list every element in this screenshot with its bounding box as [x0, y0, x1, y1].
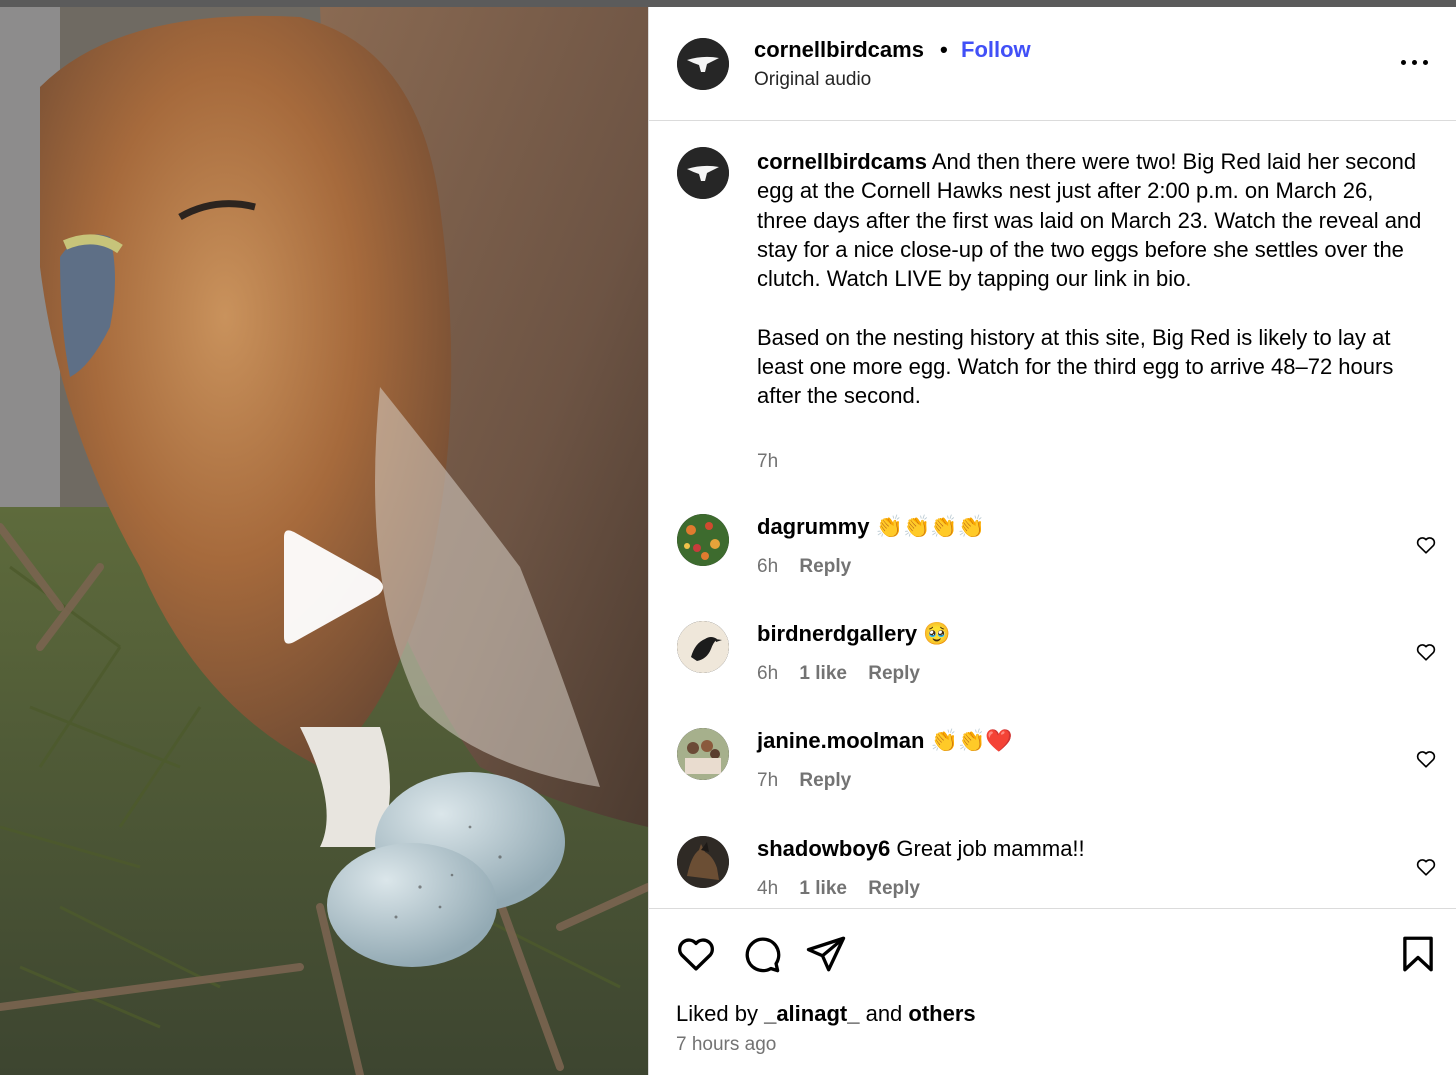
caption-username[interactable]: cornellbirdcams [757, 149, 927, 174]
post-timestamp[interactable]: 7 hours ago [676, 1034, 776, 1056]
heart-icon[interactable] [1415, 856, 1437, 878]
comment-username[interactable]: birdnerdgallery [757, 621, 917, 646]
share-icon[interactable] [805, 933, 847, 975]
separator-dot: • [940, 37, 948, 62]
avatar[interactable] [677, 836, 729, 888]
comment-time[interactable]: 6h [757, 663, 778, 684]
post-caption: cornellbirdcams And then there were two!… [757, 147, 1427, 411]
comment-item: birdnerdgallery 🥹 6h 1 like Reply [649, 621, 1456, 711]
reply-button[interactable]: Reply [868, 663, 920, 684]
comment-text: 👏👏❤️ [930, 728, 1013, 753]
heart-icon[interactable] [1415, 748, 1437, 770]
heart-icon[interactable] [1415, 534, 1437, 556]
avatar[interactable] [677, 514, 729, 566]
liked-by-username[interactable]: _alinagt_ [764, 1001, 859, 1026]
avatar[interactable] [677, 621, 729, 673]
liked-by-text: Liked by _alinagt_ and others [676, 1001, 976, 1027]
likes-count[interactable]: 1 like [799, 663, 847, 684]
follow-button[interactable]: Follow [961, 37, 1031, 63]
window-top-bar [0, 0, 1456, 7]
comment-time[interactable]: 6h [757, 556, 778, 577]
reply-button[interactable]: Reply [799, 770, 851, 791]
comment-username[interactable]: janine.moolman [757, 728, 924, 753]
comment-username[interactable]: dagrummy [757, 514, 869, 539]
post-header: cornellbirdcams • Follow Original audio [649, 7, 1456, 121]
comment-text: 🥹 [923, 621, 951, 646]
comment-text: 👏👏👏👏 [875, 514, 986, 539]
likes-count[interactable]: 1 like [799, 878, 847, 899]
comment-icon[interactable] [740, 933, 782, 975]
comment-time[interactable]: 4h [757, 878, 778, 899]
reply-button[interactable]: Reply [799, 556, 851, 577]
more-options-icon[interactable] [1397, 47, 1433, 77]
comment-text: Great job mamma!! [896, 836, 1085, 861]
liked-by-others[interactable]: others [908, 1001, 975, 1026]
caption-timestamp[interactable]: 7h [757, 451, 778, 473]
audio-label[interactable]: Original audio [754, 69, 871, 91]
caption-avatar[interactable] [677, 147, 729, 199]
post-detail-panel: cornellbirdcams • Follow Original audio … [648, 7, 1456, 1075]
comment-username[interactable]: shadowboy6 [757, 836, 890, 861]
heart-icon[interactable] [675, 933, 717, 975]
liked-by-and: and [865, 1001, 903, 1026]
reply-button[interactable]: Reply [868, 878, 920, 899]
comment-time[interactable]: 7h [757, 770, 778, 791]
comment-item: janine.moolman 👏👏❤️ 7h Reply [649, 728, 1456, 818]
post-video[interactable] [0, 7, 648, 1075]
avatar[interactable] [677, 38, 729, 90]
avatar[interactable] [677, 728, 729, 780]
heart-icon[interactable] [1415, 641, 1437, 663]
username[interactable]: cornellbirdcams [754, 37, 924, 63]
liked-by-prefix: Liked by [676, 1001, 758, 1026]
play-icon[interactable] [270, 527, 390, 647]
bookmark-icon[interactable] [1397, 933, 1439, 975]
post-action-bar: Liked by _alinagt_ and others 7 hours ag… [649, 908, 1456, 1075]
comment-item: dagrummy 👏👏👏👏 6h Reply [649, 514, 1456, 604]
caption-text-2: Based on the nesting history at this sit… [757, 324, 1394, 409]
